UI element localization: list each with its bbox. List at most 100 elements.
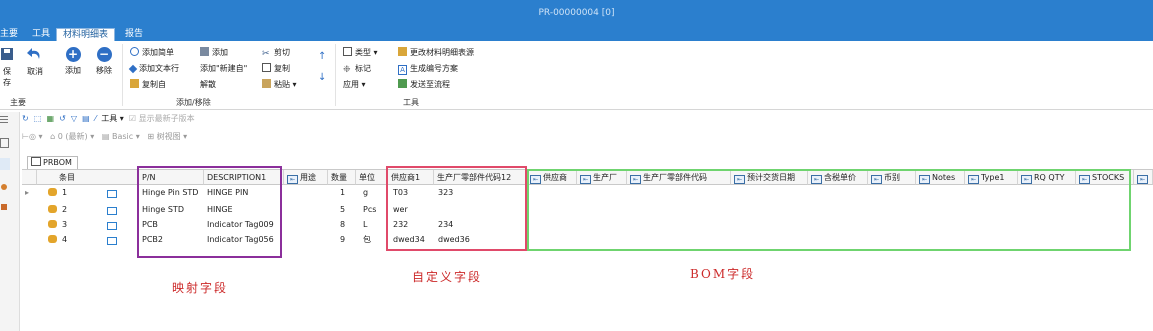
paste-button[interactable]: 粘贴 ▾ <box>262 79 297 90</box>
plus-icon: + <box>65 47 81 62</box>
qty-cell[interactable]: 1 <box>337 187 356 199</box>
unit-cell[interactable]: 包 <box>360 234 388 246</box>
left-icon-strip <box>0 112 20 331</box>
list-icon[interactable] <box>0 116 8 117</box>
row-checkbox[interactable] <box>107 222 117 230</box>
send-to-workflow-button[interactable]: 发送至流程 <box>398 79 450 90</box>
tab-tools[interactable]: 工具 <box>32 28 50 41</box>
link-icon[interactable] <box>1 184 7 190</box>
row-checkbox[interactable] <box>107 207 117 215</box>
gen-number-scheme-button[interactable]: A 生成编号方案 <box>398 63 458 75</box>
move-up-button[interactable]: ↑ <box>318 51 326 62</box>
copy-from-button[interactable]: 复制自 <box>130 79 166 90</box>
type-button[interactable]: 类型 ▾ <box>343 47 378 58</box>
group-label-addremove: 添加/移除 <box>176 98 211 107</box>
workflow-icon <box>398 79 407 88</box>
item-cell: 3 <box>45 219 115 231</box>
diamond-icon <box>128 64 138 74</box>
document-icon[interactable] <box>0 138 9 148</box>
tab-report[interactable]: 报告 <box>125 28 143 41</box>
row-checkbox[interactable] <box>107 237 117 245</box>
add-button-2[interactable]: 添加 <box>200 47 228 58</box>
add-button[interactable]: + 添加 <box>62 47 84 76</box>
bom-source-icon <box>398 47 407 56</box>
remove-button[interactable]: − 移除 <box>93 47 115 76</box>
show-latest-checkbox[interactable]: ☑ 显示最新子版本 <box>129 114 195 123</box>
unit-cell[interactable]: g <box>360 187 388 199</box>
code-icon[interactable]: ⁄ <box>95 114 96 123</box>
move-down-button[interactable]: ↓ <box>318 72 326 83</box>
refresh-icon[interactable]: ↻ <box>22 114 29 123</box>
qty-cell[interactable]: 9 <box>337 234 356 246</box>
row-checkbox[interactable] <box>107 190 117 198</box>
header-more[interactable]: ⇤ <box>1134 170 1153 185</box>
table-icon <box>31 157 41 166</box>
apply-button[interactable]: 应用 ▾ <box>343 79 366 90</box>
unit-cell[interactable]: L <box>360 219 388 231</box>
add-simple-icon <box>130 47 139 56</box>
tools-dropdown[interactable]: 工具 ▾ <box>101 114 124 123</box>
nav-icon[interactable]: ⊢◎ ▾ <box>22 132 43 141</box>
title-bar: PR-00000004 [0] <box>0 0 1153 27</box>
custom-field-icon: ⇤ <box>287 175 298 184</box>
tree-view-dropdown[interactable]: ⊞ 树视图 ▾ <box>147 132 187 141</box>
qty-cell[interactable]: 5 <box>337 204 356 216</box>
add-new-from-button[interactable]: 添加"新建自" <box>200 63 247 74</box>
copy-from-icon <box>130 79 139 88</box>
reload-icon[interactable]: ↺ <box>59 114 66 123</box>
part-icon <box>48 205 57 213</box>
add-text-row-button[interactable]: 添加文本行 <box>128 63 179 74</box>
header-unit[interactable]: 单位 <box>356 170 388 185</box>
group-label-tools: 工具 <box>403 98 419 107</box>
custom-fields-label: 自定义字段 <box>412 270 483 284</box>
grid-tab-prbom[interactable]: PRBOM <box>27 156 78 169</box>
version-dropdown[interactable]: ⌂ 0 (最新) ▾ <box>50 132 94 141</box>
tab-bom[interactable]: 材料明细表 <box>56 28 116 42</box>
tag-icon[interactable] <box>1 204 7 210</box>
divider <box>122 44 123 106</box>
item-cell: 1 <box>45 187 115 199</box>
bom-view-icon[interactable] <box>0 158 10 170</box>
change-bom-source-button[interactable]: 更改材料明细表源 <box>398 47 474 58</box>
header-item[interactable]: 条目 <box>37 170 139 185</box>
unbind-button[interactable]: 解散 <box>200 79 216 90</box>
custom-fields-highlight <box>386 166 527 251</box>
copy-button[interactable]: 复制 <box>262 63 290 74</box>
version-toolbar: ⊢◎ ▾ ⌂ 0 (最新) ▾ ▤ Basic ▾ ⊞ 树视图 ▾ <box>22 131 187 147</box>
ribbon: 保存 取消 + 添加 − 移除 添加简单 添加文本行 复制自 添加 添加"新建自… <box>0 41 1153 110</box>
bom-fields-highlight <box>527 169 1131 251</box>
cut-button[interactable]: ✂ 剪切 <box>262 47 290 59</box>
add-item-icon <box>200 47 209 56</box>
header-purpose[interactable]: ⇤ 用途 <box>284 170 328 185</box>
export-icon[interactable]: ⬚ <box>34 114 42 123</box>
grid-icon[interactable]: ▤ <box>82 114 90 123</box>
part-icon <box>48 235 57 243</box>
save-button[interactable]: 保存 <box>0 47 14 88</box>
bom-fields-label: BOM字段 <box>690 267 756 281</box>
header-qty[interactable]: 数量 <box>328 170 356 185</box>
ribbon-tabs: 主要 工具 材料明细表 报告 <box>0 27 1153 42</box>
grid-toolbar: ↻ ⬚ ▦ ↺ ▽ ▤ ⁄ 工具 ▾ ☑ 显示最新子版本 <box>22 113 195 129</box>
window-title: PR-00000004 [0] <box>538 8 615 18</box>
part-icon <box>48 188 57 196</box>
add-simple-button[interactable]: 添加简单 <box>130 47 174 58</box>
grid-corner <box>22 170 37 185</box>
mark-button[interactable]: ❉ 标记 <box>343 63 371 75</box>
cancel-button[interactable]: 取消 <box>24 47 46 77</box>
filter-icon[interactable]: ▽ <box>71 114 77 123</box>
basic-dropdown[interactable]: ▤ Basic ▾ <box>102 132 140 141</box>
arrow-down-icon: ↓ <box>318 72 327 83</box>
unit-cell[interactable]: Pcs <box>360 204 388 216</box>
arrow-up-icon: ↑ <box>318 51 327 62</box>
paste-icon <box>262 79 271 88</box>
part-icon <box>48 220 57 228</box>
undo-icon <box>24 47 46 63</box>
excel-icon[interactable]: ▦ <box>46 114 54 123</box>
tab-main[interactable]: 主要 <box>0 28 18 41</box>
row-expander[interactable]: ▸ <box>22 187 37 199</box>
save-icon <box>0 47 14 63</box>
copy-icon <box>262 63 271 72</box>
qty-cell[interactable]: 8 <box>337 219 356 231</box>
mark-icon: ❉ <box>343 65 351 75</box>
mapped-fields-highlight <box>137 166 282 258</box>
